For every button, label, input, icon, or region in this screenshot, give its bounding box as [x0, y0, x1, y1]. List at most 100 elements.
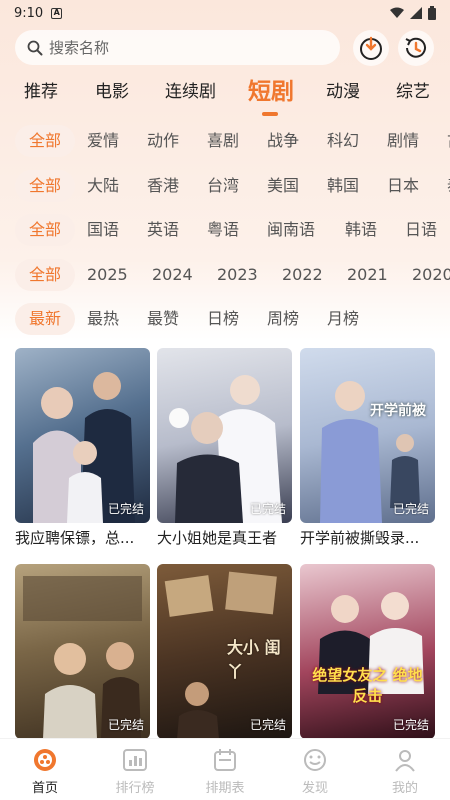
filter-chip[interactable]: 日本 — [387, 170, 419, 202]
filter-chip[interactable]: 全部 — [15, 125, 75, 157]
filter-year: 全部 2025 2024 2023 2022 2021 2020 — [15, 259, 450, 291]
filter-region: 全部 大陆 香港 台湾 美国 韩国 日本 泰 — [15, 170, 450, 202]
calendar-icon — [214, 749, 236, 771]
search-placeholder: 搜索名称 — [49, 39, 110, 57]
filter-chip[interactable]: 粤语 — [207, 214, 239, 246]
filter-chip[interactable]: 英语 — [147, 214, 179, 246]
filter-chip[interactable]: 2023 — [217, 259, 258, 291]
filter-genre: 全部 爱情 动作 喜剧 战争 科幻 剧情 古 — [15, 125, 450, 157]
filter-chip[interactable]: 科幻 — [327, 125, 359, 157]
filter-chip[interactable]: 动作 — [147, 125, 179, 157]
nav-schedule[interactable]: 排期表 — [195, 747, 255, 796]
filter-chip[interactable]: 全部 — [15, 259, 75, 291]
filter-chip[interactable]: 2025 — [87, 259, 128, 291]
poster-art — [169, 375, 282, 523]
card-title: 开学前被撕毁录... — [300, 529, 420, 547]
tab-short-drama[interactable]: 短剧 — [248, 72, 294, 112]
video-card[interactable]: 已完结 — [15, 564, 150, 739]
search-icon — [27, 40, 43, 55]
poster-title-text: 大小 闺丫 — [227, 638, 281, 681]
filter-chip[interactable]: 2024 — [152, 259, 193, 291]
poster-image: 已完结 — [15, 564, 150, 739]
filter-chip[interactable]: 日语 — [405, 214, 437, 246]
filter-chip[interactable]: 爱情 — [87, 125, 119, 157]
filter-chip[interactable]: 2020 — [412, 259, 450, 291]
filter-chip[interactable]: 2021 — [347, 259, 388, 291]
notification-icon: A — [51, 7, 63, 19]
filter-chip[interactable]: 日榜 — [207, 303, 239, 335]
poster-image: 已完结 — [15, 348, 150, 523]
filter-chip[interactable]: 周榜 — [267, 303, 299, 335]
filter-chip[interactable]: 全部 — [15, 170, 75, 202]
filter-chip[interactable]: 2022 — [282, 259, 323, 291]
filter-chip[interactable]: 闽南语 — [267, 214, 315, 246]
filter-chip[interactable]: 韩国 — [327, 170, 359, 202]
filter-chip[interactable]: 月榜 — [327, 303, 359, 335]
tab-series[interactable]: 连续剧 — [165, 72, 216, 112]
poster-art — [320, 381, 420, 523]
nav-discover[interactable]: 发现 — [285, 747, 345, 796]
filter-chip[interactable]: 台湾 — [207, 170, 239, 202]
status-badge: 已完结 — [249, 718, 286, 732]
wifi-icon — [390, 7, 404, 18]
video-card[interactable]: 开学前被 已完结 开学前被撕毁录... — [300, 348, 435, 548]
video-card[interactable]: 已完结 我应聘保镖，总... — [15, 348, 150, 548]
status-badge: 已完结 — [107, 502, 144, 516]
status-badge: 已完结 — [392, 502, 429, 516]
category-tabs: 推荐 电影 连续剧 短剧 动漫 综艺 — [0, 72, 450, 116]
history-button[interactable] — [398, 30, 434, 66]
card-title: 我应聘保镖，总... — [15, 529, 135, 547]
filter-chip[interactable]: 全部 — [15, 214, 75, 246]
nav-label: 排期表 — [205, 781, 245, 796]
search-input[interactable]: 搜索名称 — [15, 30, 340, 65]
status-badge: 已完结 — [249, 502, 286, 516]
video-card[interactable]: 已完结 大小姐她是真王者 — [157, 348, 292, 548]
history-icon — [405, 37, 426, 58]
nav-label: 我的 — [391, 781, 418, 796]
nav-label: 首页 — [31, 781, 58, 796]
status-badge: 已完结 — [392, 718, 429, 732]
nav-label: 排行榜 — [115, 781, 155, 796]
signal-icon — [410, 7, 422, 19]
ranking-icon — [123, 749, 147, 771]
poster-image: 已完结 — [157, 348, 292, 523]
tab-movie[interactable]: 电影 — [95, 72, 129, 112]
filter-chip[interactable]: 战争 — [267, 125, 299, 157]
nav-label: 发现 — [301, 781, 328, 796]
status-badge: 已完结 — [107, 718, 144, 732]
video-card[interactable]: 大小 闺丫 已完结 — [157, 564, 292, 739]
download-icon — [360, 36, 382, 60]
filter-chip[interactable]: 喜剧 — [207, 125, 239, 157]
filter-chip[interactable]: 最新 — [15, 303, 75, 335]
discover-icon — [304, 749, 326, 771]
bottom-nav: 首页 排行榜 排期表 发现 我的 — [0, 738, 450, 800]
poster-image: 开学前被 已完结 — [300, 348, 435, 523]
filter-language: 全部 国语 英语 粤语 闽南语 韩语 日语 — [15, 214, 450, 246]
poster-art — [23, 576, 142, 739]
tab-recommend[interactable]: 推荐 — [24, 72, 58, 112]
filter-chip[interactable]: 最赞 — [147, 303, 179, 335]
poster-image: 绝望女友之 绝地反击 已完结 — [300, 564, 435, 739]
home-icon — [34, 749, 56, 771]
download-button[interactable] — [353, 30, 389, 66]
card-title: 大小姐她是真王者 — [157, 529, 278, 547]
tab-variety[interactable]: 综艺 — [396, 72, 430, 112]
nav-ranking[interactable]: 排行榜 — [105, 747, 165, 796]
filter-chip[interactable]: 香港 — [147, 170, 179, 202]
filter-chip[interactable]: 大陆 — [87, 170, 119, 202]
filter-chip[interactable]: 韩语 — [345, 214, 377, 246]
filter-chip[interactable]: 美国 — [267, 170, 299, 202]
video-card[interactable]: 绝望女友之 绝地反击 已完结 — [300, 564, 435, 739]
profile-icon — [395, 750, 415, 772]
filter-chip[interactable]: 最热 — [87, 303, 119, 335]
status-icons — [390, 6, 436, 20]
tab-anime[interactable]: 动漫 — [326, 72, 360, 112]
poster-art — [318, 592, 424, 694]
filter-chip[interactable]: 国语 — [87, 214, 119, 246]
poster-title-text: 开学前被 — [370, 403, 426, 419]
nav-home[interactable]: 首页 — [15, 747, 75, 796]
poster-title-text: 绝望女友之 绝地反击 — [312, 666, 423, 705]
nav-profile[interactable]: 我的 — [375, 747, 435, 796]
filter-chip[interactable]: 剧情 — [387, 125, 419, 157]
filter-sort: 最新 最热 最赞 日榜 周榜 月榜 — [15, 303, 450, 335]
